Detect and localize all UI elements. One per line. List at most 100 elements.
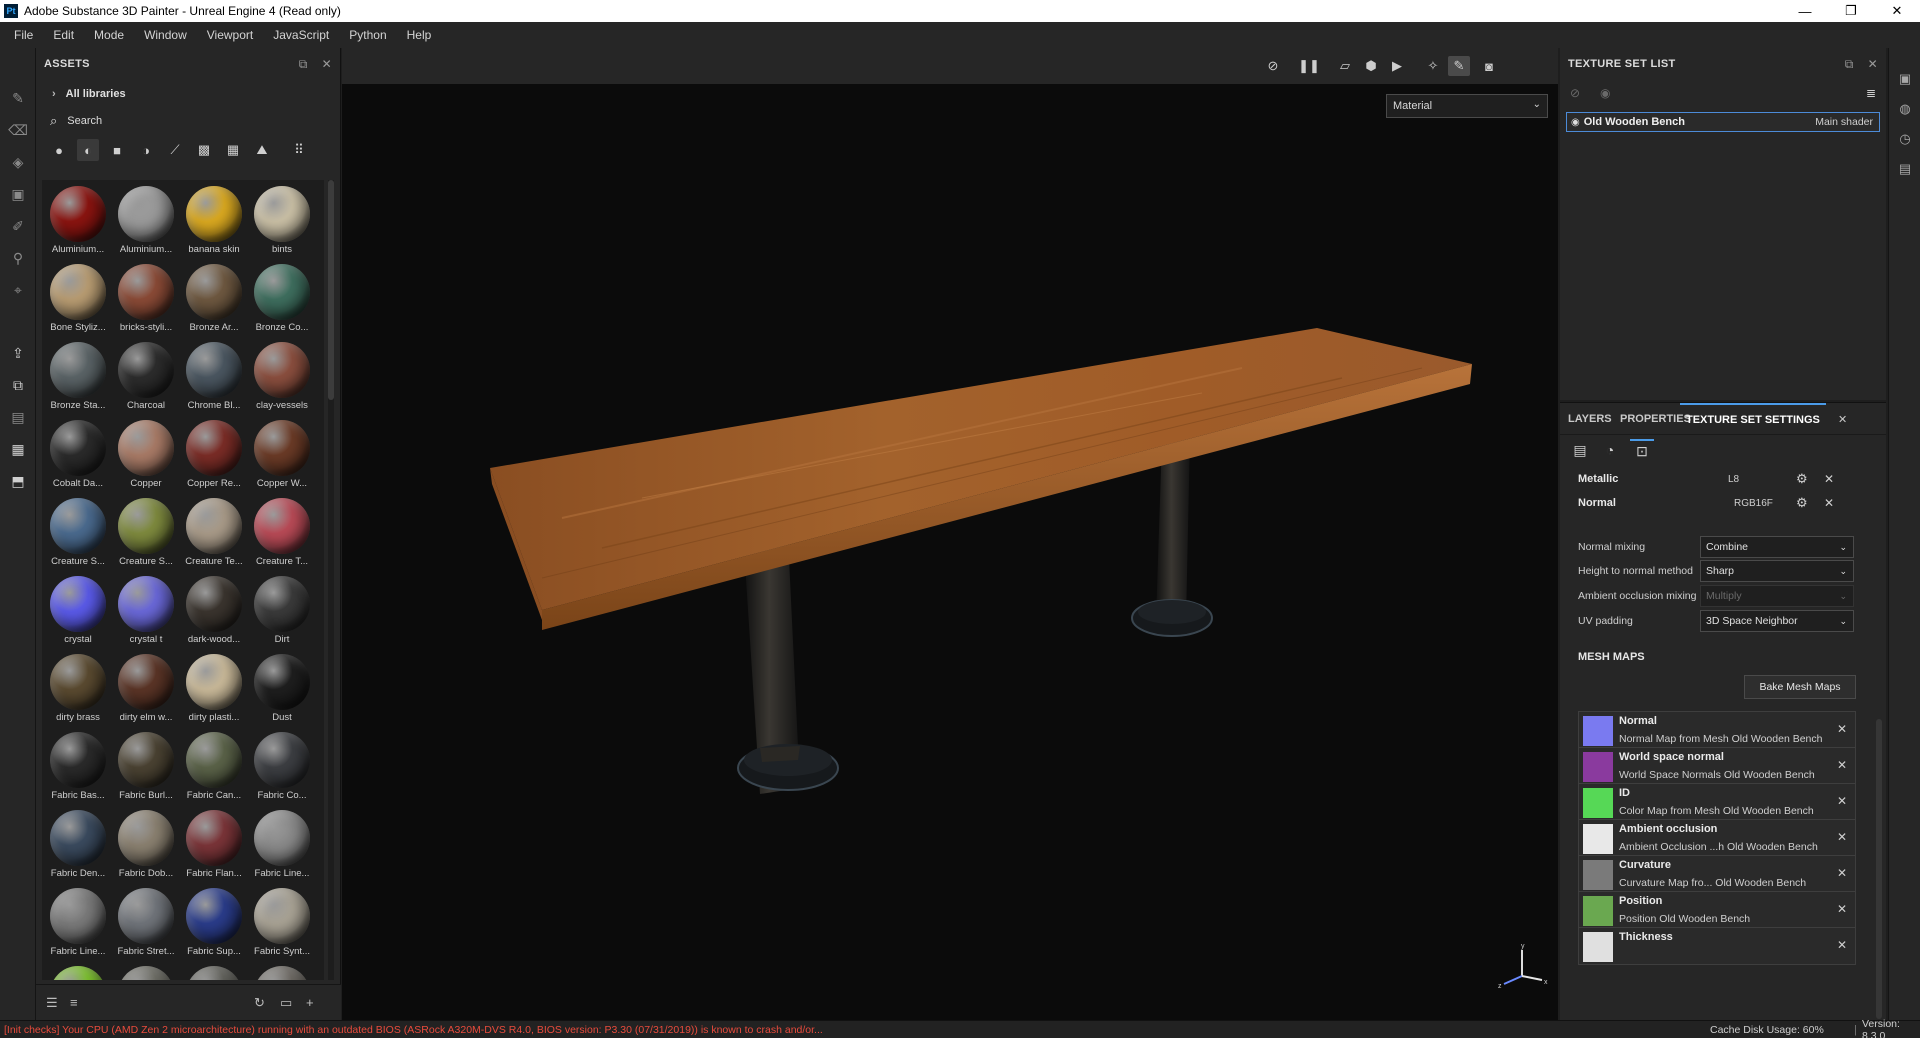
clone-tool-icon[interactable]: ⚲ bbox=[8, 248, 28, 268]
texture-set-icon[interactable]: ▤ bbox=[1568, 439, 1592, 461]
bake-icon[interactable]: ⧉ bbox=[8, 375, 28, 395]
material-thumbnail[interactable]: Dust bbox=[248, 648, 316, 726]
material-thumbnail[interactable]: Fabric Line... bbox=[44, 882, 112, 960]
remove-mesh-map-icon[interactable]: ✕ bbox=[1837, 794, 1847, 808]
mesh-map-thumbnail[interactable] bbox=[1583, 752, 1613, 782]
material-thumbnail[interactable]: Aluminium... bbox=[44, 180, 112, 258]
material-thumbnail[interactable]: dirty brass bbox=[44, 648, 112, 726]
material-thumbnail[interactable]: Fabric Flan... bbox=[180, 804, 248, 882]
export-icon[interactable]: ⇪ bbox=[8, 343, 28, 363]
menu-help[interactable]: Help bbox=[397, 28, 442, 42]
remove-mesh-map-icon[interactable]: ✕ bbox=[1837, 830, 1847, 844]
close-tab-icon[interactable]: ✕ bbox=[1838, 403, 1847, 435]
material-thumbnail[interactable]: Fabric Co... bbox=[248, 726, 316, 804]
show-all-icon[interactable]: ◉ bbox=[1600, 86, 1610, 100]
list-menu-icon[interactable]: ≣ bbox=[1866, 86, 1876, 100]
material-thumbnail[interactable]: Bronze Co... bbox=[248, 258, 316, 336]
mesh-map-slot[interactable]: Curvature Curvature Map fro... Old Wooden… bbox=[1578, 855, 1856, 893]
material-thumbnail[interactable]: dark-wood... bbox=[180, 570, 248, 648]
gear-icon[interactable]: ⚙ bbox=[1796, 471, 1808, 487]
mesh-map-thumbnail[interactable] bbox=[1583, 824, 1613, 854]
geometry-mask-icon[interactable]: ▤ bbox=[8, 407, 28, 427]
uv-padding-dropdown[interactable]: 3D Space Neighbor ⌄ bbox=[1700, 610, 1854, 632]
material-thumbnail[interactable]: Charcoal bbox=[112, 336, 180, 414]
remove-mesh-map-icon[interactable]: ✕ bbox=[1837, 902, 1847, 916]
mesh-map-slot[interactable]: ID Color Map from Mesh Old Wooden Bench ✕ bbox=[1578, 783, 1856, 821]
material-thumbnail[interactable]: bricks-styli... bbox=[112, 258, 180, 336]
remove-mesh-map-icon[interactable]: ✕ bbox=[1837, 722, 1847, 736]
menu-javascript[interactable]: JavaScript bbox=[263, 28, 339, 42]
viewport-mode-dropdown[interactable]: Material ⌄ bbox=[1386, 94, 1548, 118]
mesh-map-thumbnail[interactable] bbox=[1583, 896, 1613, 926]
history-icon[interactable]: ◷ bbox=[1896, 130, 1914, 148]
material-thumbnail[interactable]: Copper Re... bbox=[180, 414, 248, 492]
material-thumbnail[interactable]: Fabric Bas... bbox=[44, 726, 112, 804]
list-view-icon[interactable]: ≡ bbox=[70, 995, 78, 1010]
tss-scrollbar[interactable] bbox=[1876, 719, 1882, 1019]
projection-tool-icon[interactable]: ◈ bbox=[8, 152, 28, 172]
material-thumbnail[interactable]: Copper bbox=[112, 414, 180, 492]
material-thumbnail[interactable] bbox=[44, 960, 112, 980]
material-thumbnail[interactable] bbox=[248, 960, 316, 980]
bake-mesh-maps-button[interactable]: Bake Mesh Maps bbox=[1744, 675, 1856, 699]
material-thumbnail[interactable]: Fabric Dob... bbox=[112, 804, 180, 882]
scrollbar-thumb[interactable] bbox=[328, 180, 334, 400]
remove-channel-icon[interactable]: ✕ bbox=[1824, 496, 1834, 510]
material-thumbnail[interactable]: bints bbox=[248, 180, 316, 258]
tab-layers[interactable]: LAYERS bbox=[1568, 403, 1612, 435]
texture-set-shader[interactable]: Main shader bbox=[1815, 116, 1873, 128]
gear-icon[interactable]: ⚙ bbox=[1796, 495, 1808, 511]
refresh-icon[interactable]: ↻ bbox=[254, 995, 265, 1011]
material-thumbnail[interactable]: Fabric Can... bbox=[180, 726, 248, 804]
menu-file[interactable]: File bbox=[4, 28, 43, 42]
remove-mesh-map-icon[interactable]: ✕ bbox=[1837, 938, 1847, 952]
material-thumbnail[interactable] bbox=[180, 960, 248, 980]
material-thumbnail[interactable]: banana skin bbox=[180, 180, 248, 258]
material-thumbnail[interactable]: Fabric Sup... bbox=[180, 882, 248, 960]
minimize-button[interactable]: — bbox=[1782, 0, 1828, 22]
filter-materials-icon[interactable]: ● bbox=[48, 139, 70, 161]
mesh-map-slot[interactable]: World space normal World Space Normals Ol… bbox=[1578, 747, 1856, 785]
material-thumbnail[interactable]: clay-vessels bbox=[248, 336, 316, 414]
material-thumbnail[interactable]: Fabric Stret... bbox=[112, 882, 180, 960]
menu-python[interactable]: Python bbox=[339, 28, 396, 42]
filter-smart-materials-icon[interactable]: ◐ bbox=[77, 139, 99, 161]
mesh-map-slot[interactable]: Ambient occlusion Ambient Occlusion ...h … bbox=[1578, 819, 1856, 857]
new-folder-icon[interactable]: ▭ bbox=[280, 995, 292, 1011]
channel-format[interactable]: L8 bbox=[1728, 474, 1739, 485]
add-icon[interactable]: + bbox=[306, 995, 314, 1010]
material-thumbnail[interactable]: dirty elm w... bbox=[112, 648, 180, 726]
close-panel-icon[interactable]: ✕ bbox=[322, 57, 332, 71]
filter-masks-icon[interactable]: ■ bbox=[106, 139, 128, 161]
paint-brush-tool-icon[interactable]: ✎ bbox=[8, 88, 28, 108]
polygon-fill-tool-icon[interactable]: ▣ bbox=[8, 184, 28, 204]
material-thumbnail[interactable]: Fabric Burl... bbox=[112, 726, 180, 804]
shader-settings-icon[interactable]: ⬒ bbox=[8, 471, 28, 491]
channel-format[interactable]: RGB16F bbox=[1734, 498, 1773, 509]
material-thumbnail[interactable]: Creature S... bbox=[44, 492, 112, 570]
close-window-button[interactable]: ✕ bbox=[1874, 0, 1920, 22]
remove-channel-icon[interactable]: ✕ bbox=[1824, 472, 1834, 486]
undock-icon[interactable]: ⧉ bbox=[1845, 57, 1854, 72]
log-icon[interactable]: ▤ bbox=[1896, 160, 1914, 178]
hide-all-icon[interactable]: ⊘ bbox=[1570, 86, 1580, 100]
mesh-map-thumbnail[interactable] bbox=[1583, 716, 1613, 746]
material-thumbnail[interactable]: Fabric Line... bbox=[248, 804, 316, 882]
mesh-map-thumbnail[interactable] bbox=[1583, 932, 1613, 962]
material-thumbnail[interactable]: Bronze Sta... bbox=[44, 336, 112, 414]
maximize-button[interactable]: ❐ bbox=[1828, 0, 1874, 22]
filter-grids-icon[interactable]: ▦ bbox=[222, 139, 244, 161]
eraser-tool-icon[interactable]: ⌫ bbox=[8, 120, 28, 140]
remove-mesh-map-icon[interactable]: ✕ bbox=[1837, 758, 1847, 772]
shader-dock-icon[interactable]: ◍ bbox=[1896, 100, 1914, 118]
mesh-map-slot[interactable]: Thickness ✕ bbox=[1578, 927, 1856, 965]
material-thumbnail[interactable]: Fabric Den... bbox=[44, 804, 112, 882]
remove-mesh-map-icon[interactable]: ✕ bbox=[1837, 866, 1847, 880]
material-thumbnail[interactable]: Dirt bbox=[248, 570, 316, 648]
normal-mixing-dropdown[interactable]: Combine ⌄ bbox=[1700, 536, 1854, 558]
mesh-map-thumbnail[interactable] bbox=[1583, 860, 1613, 890]
assets-scrollbar[interactable] bbox=[328, 180, 334, 980]
material-thumbnail[interactable] bbox=[112, 960, 180, 980]
grid-view-icon[interactable]: ⠿ bbox=[288, 139, 310, 161]
filter-brushes-icon[interactable]: ⟋ bbox=[164, 139, 186, 161]
